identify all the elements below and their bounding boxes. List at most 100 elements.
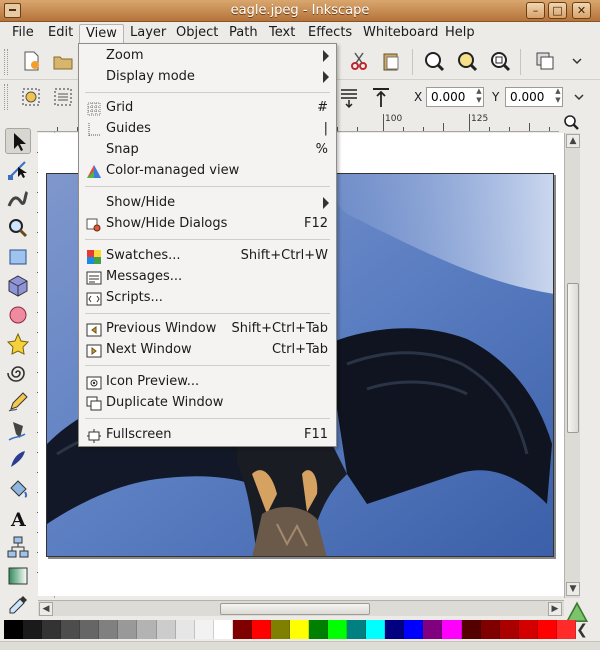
color-swatch[interactable]: [461, 620, 481, 639]
color-swatch[interactable]: [99, 620, 119, 639]
select-all-layers-icon[interactable]: [50, 84, 76, 110]
star-tool-icon[interactable]: [5, 331, 31, 357]
open-document-icon[interactable]: [50, 48, 76, 74]
color-swatch[interactable]: [423, 620, 443, 639]
color-swatch[interactable]: [213, 620, 233, 639]
ellipse-tool-icon[interactable]: [5, 302, 31, 328]
color-swatch[interactable]: [194, 620, 214, 639]
toolbar2-overflow-chevron-icon[interactable]: [566, 84, 584, 110]
menu-item-icon-preview[interactable]: Icon Preview...: [79, 372, 336, 393]
toolbar-overflow-chevron-icon[interactable]: [564, 48, 582, 74]
calligraphy-tool-icon[interactable]: [5, 447, 31, 473]
x-spin-buttons[interactable]: ▲ ▼: [473, 87, 485, 107]
paint-bucket-tool-icon[interactable]: [5, 476, 31, 502]
text-tool-icon[interactable]: A: [5, 505, 31, 531]
menu-item-show-hide[interactable]: Show/Hide: [79, 193, 336, 214]
menu-file[interactable]: File: [6, 24, 40, 43]
vertical-scrollbar[interactable]: ▲ ▼: [564, 133, 580, 598]
menu-item-fullscreen[interactable]: Fullscreen F11: [79, 425, 336, 446]
color-swatch[interactable]: [4, 620, 24, 639]
color-swatch[interactable]: [80, 620, 100, 639]
menu-item-duplicate-window[interactable]: Duplicate Window: [79, 393, 336, 414]
zoom-tool-icon[interactable]: [5, 215, 31, 241]
gradient-tool-icon[interactable]: [5, 563, 31, 589]
pen-tool-icon[interactable]: [5, 418, 31, 444]
color-swatch[interactable]: [175, 620, 195, 639]
menu-path[interactable]: Path: [223, 24, 264, 43]
color-swatch[interactable]: [404, 620, 424, 639]
rectangle-tool-icon[interactable]: [5, 244, 31, 270]
menu-item-color-managed-view[interactable]: Color-managed view: [79, 161, 336, 182]
color-swatch[interactable]: [23, 620, 43, 639]
color-swatch[interactable]: [442, 620, 462, 639]
menu-edit[interactable]: Edit: [42, 24, 79, 43]
menu-view[interactable]: View: [79, 24, 124, 43]
cut-icon[interactable]: [346, 48, 372, 74]
new-document-icon[interactable]: [18, 48, 44, 74]
maximize-button[interactable]: □: [548, 2, 567, 19]
close-button[interactable]: ✕: [572, 2, 591, 19]
color-swatch[interactable]: [251, 620, 271, 639]
color-swatch[interactable]: [556, 620, 576, 639]
color-swatch[interactable]: [232, 620, 252, 639]
minimize-button[interactable]: –: [526, 2, 545, 19]
zoom-page-icon[interactable]: [487, 48, 513, 74]
menu-layer[interactable]: Layer: [124, 24, 172, 43]
menu-item-messages[interactable]: Messages...: [79, 267, 336, 288]
spiral-tool-icon[interactable]: [5, 360, 31, 386]
menu-effects[interactable]: Effects: [302, 24, 358, 43]
menu-item-swatches[interactable]: Swatches... Shift+Ctrl+W: [79, 246, 336, 267]
color-swatch[interactable]: [480, 620, 500, 639]
palette-scroll-left-icon[interactable]: ❮: [575, 621, 589, 639]
menu-text[interactable]: Text: [263, 24, 301, 43]
color-swatch[interactable]: [518, 620, 538, 639]
y-spin-buttons[interactable]: ▲ ▼: [552, 87, 564, 107]
paste-icon[interactable]: [378, 48, 404, 74]
toolbar-grip[interactable]: [4, 84, 8, 110]
color-swatch[interactable]: [156, 620, 176, 639]
menu-item-snap[interactable]: Snap %: [79, 140, 336, 161]
menu-item-next-window[interactable]: Next Window Ctrl+Tab: [79, 340, 336, 361]
menu-object[interactable]: Object: [170, 24, 224, 43]
connector-tool-icon[interactable]: [5, 534, 31, 560]
color-swatch[interactable]: [42, 620, 62, 639]
color-swatch[interactable]: [328, 620, 348, 639]
color-swatch[interactable]: [118, 620, 138, 639]
zoom-selection-icon[interactable]: [421, 48, 447, 74]
color-swatch[interactable]: [289, 620, 309, 639]
scroll-left-icon[interactable]: ◀: [39, 602, 53, 616]
menu-help[interactable]: Help: [439, 24, 481, 43]
menu-item-previous-window[interactable]: Previous Window Shift+Ctrl+Tab: [79, 319, 336, 340]
color-swatch[interactable]: [270, 620, 290, 639]
color-management-icon[interactable]: [564, 600, 589, 622]
color-swatch[interactable]: [537, 620, 557, 639]
3d-box-tool-icon[interactable]: [5, 273, 31, 299]
select-all-icon[interactable]: [18, 84, 44, 110]
vertical-scroll-thumb[interactable]: [567, 283, 579, 433]
color-swatch[interactable]: [347, 620, 367, 639]
menu-item-display-mode[interactable]: Display mode: [79, 67, 336, 88]
menu-item-grid[interactable]: Grid #: [79, 98, 336, 119]
dropper-tool-icon[interactable]: [5, 592, 31, 618]
zoom-drawing-icon[interactable]: [454, 48, 480, 74]
color-swatch[interactable]: [309, 620, 329, 639]
scroll-down-icon[interactable]: ▼: [566, 582, 580, 596]
zoom-corner-icon[interactable]: [562, 114, 582, 132]
menu-item-scripts[interactable]: Scripts...: [79, 288, 336, 309]
lower-to-bottom-icon[interactable]: [368, 84, 394, 110]
horizontal-scroll-thumb[interactable]: [220, 603, 370, 615]
color-swatch[interactable]: [137, 620, 157, 639]
menu-item-guides[interactable]: Guides |: [79, 119, 336, 140]
duplicate-icon[interactable]: [532, 48, 558, 74]
tweak-tool-icon[interactable]: [5, 186, 31, 212]
scroll-right-icon[interactable]: ▶: [548, 602, 562, 616]
horizontal-scrollbar[interactable]: ◀ ▶: [38, 600, 564, 616]
pencil-tool-icon[interactable]: [5, 389, 31, 415]
node-tool-icon[interactable]: [5, 157, 31, 183]
menu-item-zoom[interactable]: Zoom: [79, 46, 336, 67]
color-swatch[interactable]: [499, 620, 519, 639]
color-swatch[interactable]: [385, 620, 405, 639]
color-swatch[interactable]: [61, 620, 81, 639]
color-swatch[interactable]: [366, 620, 386, 639]
selector-tool-icon[interactable]: [5, 128, 31, 154]
